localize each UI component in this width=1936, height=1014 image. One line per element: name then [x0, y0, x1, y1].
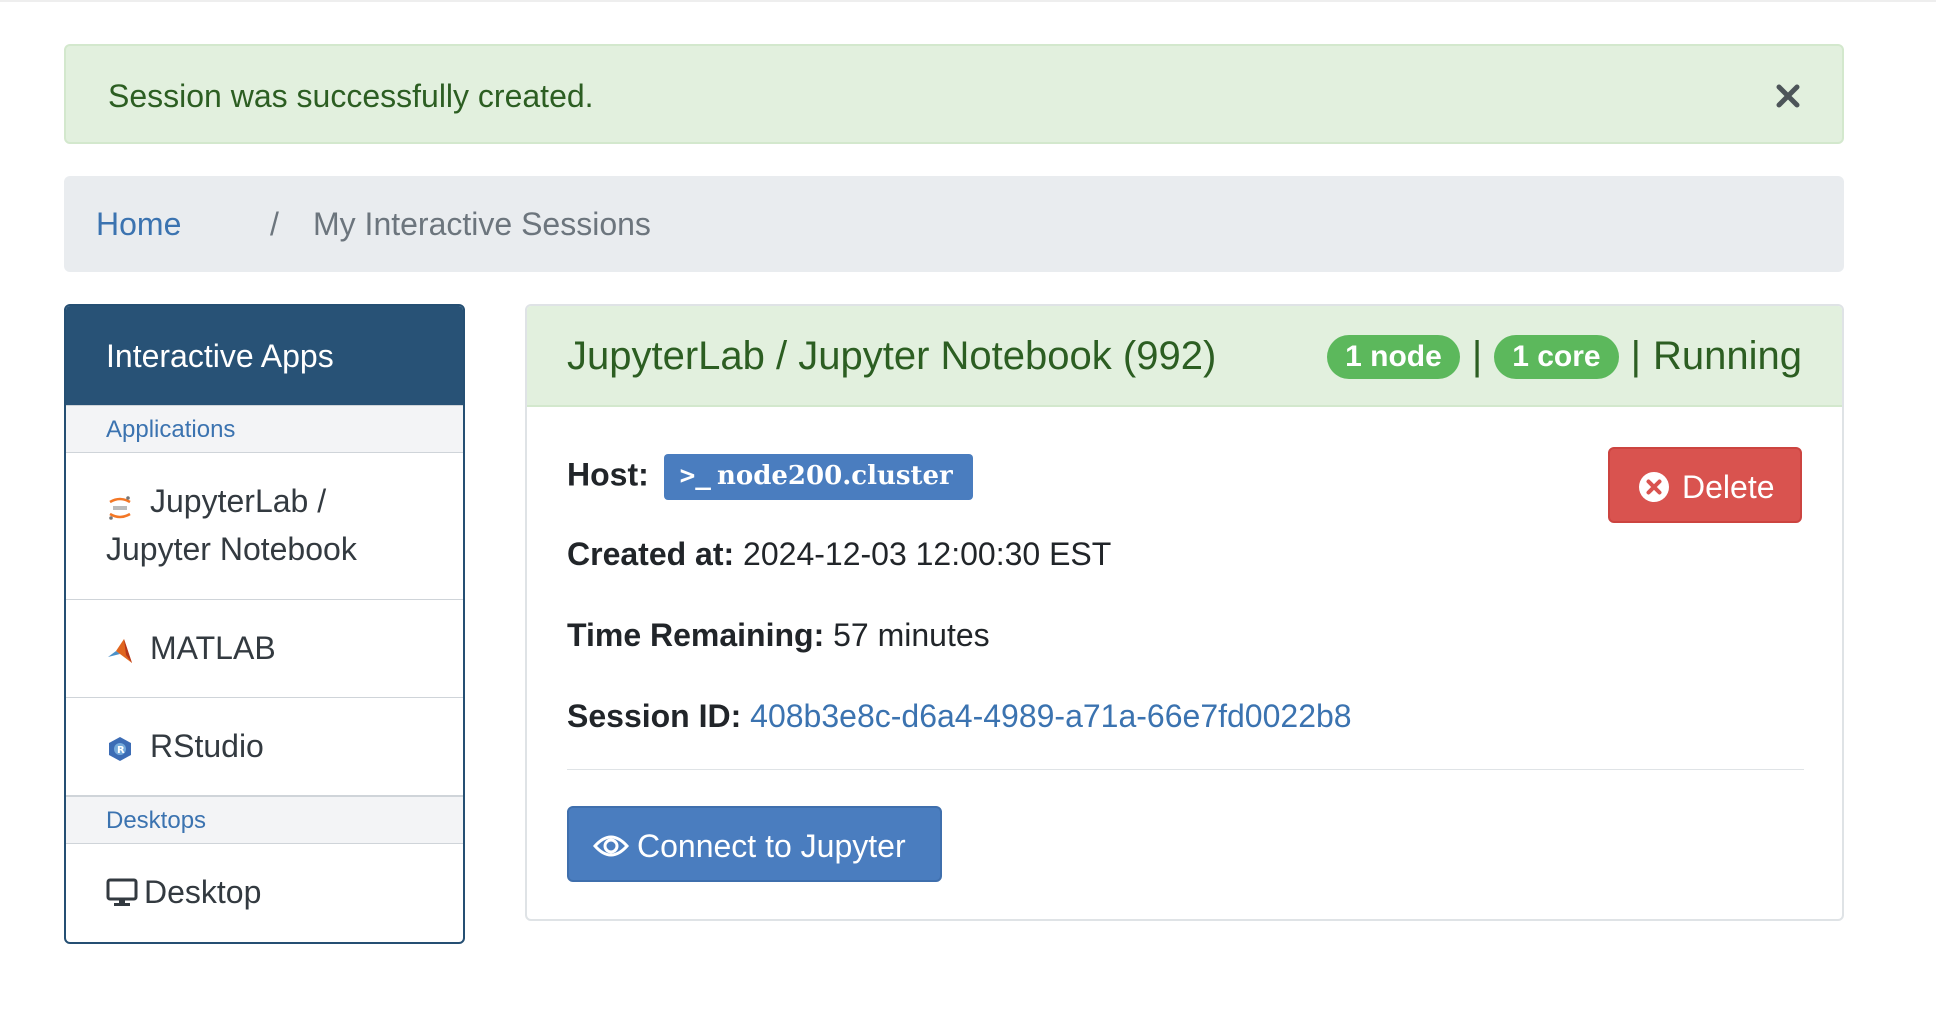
created-value: 2024-12-03 12:00:30 EST: [743, 536, 1112, 572]
status-separator: |: [1471, 334, 1483, 378]
category-label: Desktops: [106, 807, 207, 834]
breadcrumb-separator: /: [270, 206, 279, 242]
times-circle-icon: [1638, 471, 1670, 511]
breadcrumb-home-link[interactable]: Home: [96, 206, 181, 243]
svg-text:R: R: [117, 745, 125, 756]
delete-button-label: Delete: [1682, 469, 1775, 505]
sidebar-category-applications: Applications: [66, 405, 463, 453]
time-remaining-value: 57 minutes: [833, 617, 990, 653]
eye-icon: [592, 830, 630, 870]
session-status-group: 1 node | 1 core | Running: [1327, 334, 1802, 379]
sidebar-item-label: Desktop: [144, 874, 262, 910]
matlab-icon: [106, 636, 134, 673]
monitor-icon: [106, 878, 138, 916]
time-remaining-row: Time Remaining: 57 minutes: [567, 617, 990, 654]
sidebar-item-desktop[interactable]: Desktop: [66, 844, 463, 942]
sidebar-item-label-line2: Jupyter Notebook: [106, 531, 357, 567]
sidebar-item-label: JupyterLab /: [150, 483, 327, 519]
sidebar-item-rstudio[interactable]: R RStudio: [66, 698, 463, 796]
sidebar-item-label: MATLAB: [150, 630, 276, 666]
session-id-label: Session ID:: [567, 698, 742, 734]
sidebar-category-desktops: Desktops: [66, 796, 463, 844]
time-remaining-label: Time Remaining:: [567, 617, 825, 653]
session-card-header: JupyterLab / Jupyter Notebook (992) 1 no…: [527, 306, 1842, 407]
connect-button[interactable]: Connect to Jupyter: [567, 806, 942, 882]
host-row: Host: >_ node200.cluster: [567, 454, 973, 500]
sidebar-item-label: RStudio: [150, 728, 264, 764]
session-id-link[interactable]: 408b3e8c-d6a4-4989-a71a-66e7fd0022b8: [750, 698, 1351, 734]
core-count-badge: 1 core: [1494, 334, 1619, 379]
sidebar-item-jupyter[interactable]: JupyterLab / Jupyter Notebook: [66, 453, 463, 600]
top-border: [0, 0, 1936, 2]
sidebar-header: Interactive Apps: [66, 306, 463, 405]
session-title: JupyterLab / Jupyter Notebook (992): [567, 334, 1217, 378]
created-label: Created at:: [567, 536, 735, 572]
host-label: Host:: [567, 456, 649, 493]
jupyter-icon: [106, 493, 134, 530]
divider: [567, 769, 1804, 770]
connect-button-label: Connect to Jupyter: [637, 828, 906, 864]
alert-message: Session was successfully created.: [108, 78, 594, 114]
close-icon[interactable]: [1770, 78, 1806, 114]
success-alert: Session was successfully created.: [64, 44, 1844, 144]
session-card: JupyterLab / Jupyter Notebook (992) 1 no…: [525, 304, 1844, 921]
breadcrumb: Home / My Interactive Sessions: [64, 176, 1844, 272]
category-label: Applications: [106, 416, 236, 443]
rstudio-icon: R: [106, 734, 134, 771]
sidebar-item-matlab[interactable]: MATLAB: [66, 600, 463, 698]
delete-button[interactable]: Delete: [1608, 447, 1802, 523]
breadcrumb-current: My Interactive Sessions: [313, 206, 651, 242]
interactive-apps-sidebar: Interactive Apps Applications JupyterLab…: [64, 304, 465, 944]
status-separator: |: [1630, 334, 1641, 378]
session-status-text: Running: [1652, 334, 1802, 378]
session-id-row: Session ID: 408b3e8c-d6a4-4989-a71a-66e7…: [567, 698, 1352, 735]
sidebar-header-title: Interactive Apps: [106, 338, 334, 374]
host-name: node200.cluster: [716, 461, 953, 491]
host-link[interactable]: >_ node200.cluster: [663, 454, 973, 500]
created-row: Created at: 2024-12-03 12:00:30 EST: [567, 536, 1111, 573]
terminal-icon: >_: [679, 461, 711, 491]
node-count-badge: 1 node: [1327, 334, 1460, 379]
